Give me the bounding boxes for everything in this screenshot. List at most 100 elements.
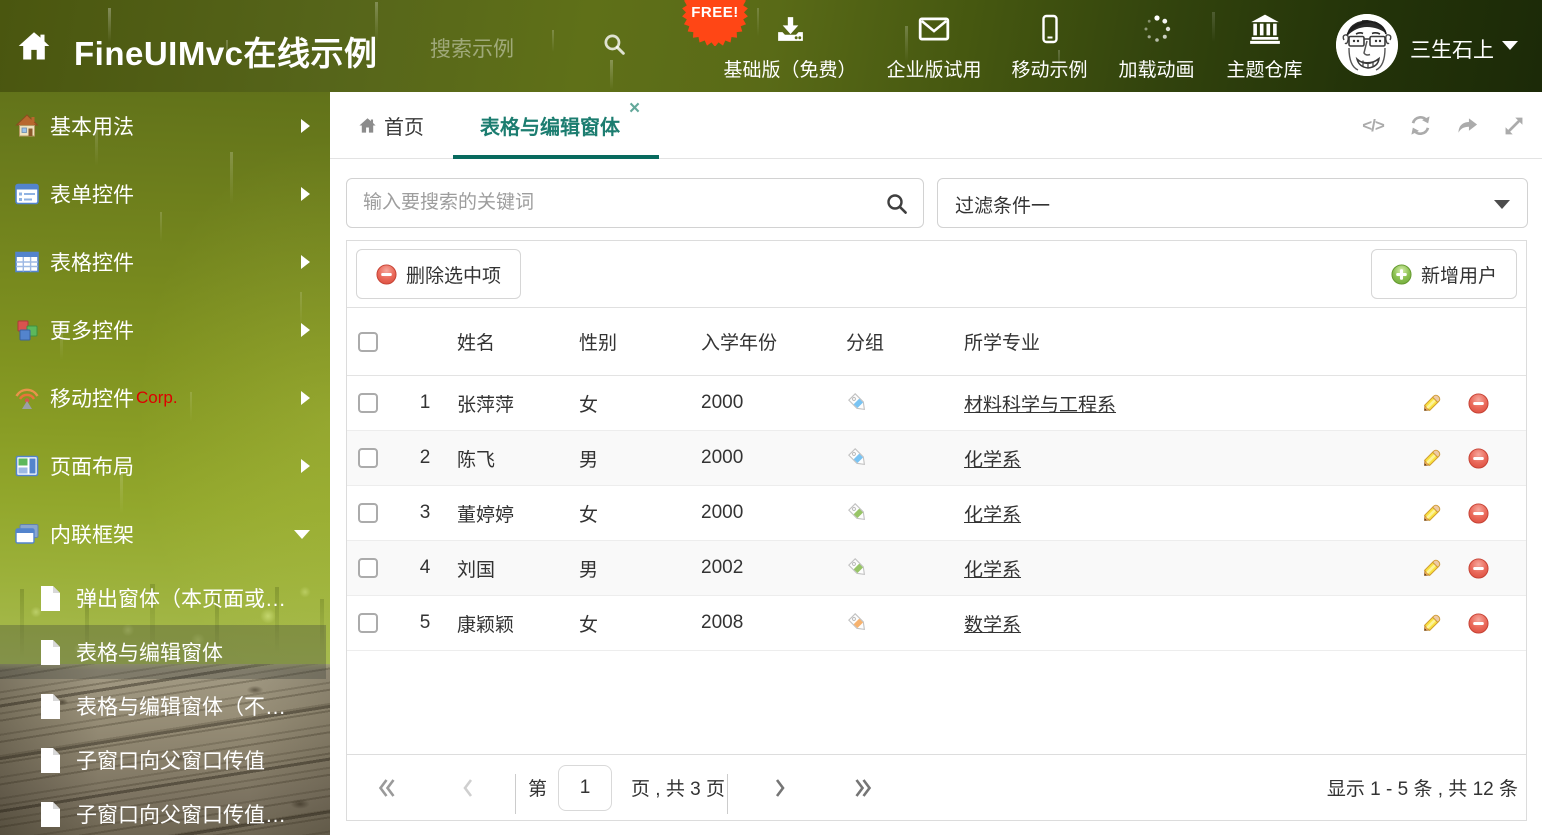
keyword-search-box	[346, 178, 924, 228]
sidebar-item-mobile-controls[interactable]: 移动控件 Corp.	[0, 364, 330, 432]
column-header-gender[interactable]: 性别	[571, 328, 693, 355]
icon-graphic	[15, 455, 39, 477]
grid-panel: 删除选中项 新增用户 姓名 性别 入学年份 分组 所学专业 1 张萍萍 女 20…	[346, 240, 1527, 821]
row-checkbox[interactable]	[358, 393, 378, 413]
cell-checkbox	[347, 331, 401, 352]
edit-pencil-icon[interactable]	[1421, 613, 1442, 634]
nav-enterprise-trial[interactable]: 企业版试用	[886, 10, 982, 82]
nav-basic-edition[interactable]: 基础版（免费）	[722, 10, 858, 82]
cell-name: 康颖颖	[457, 614, 515, 636]
tab-home[interactable]: 首页	[358, 92, 424, 159]
user-avatar[interactable]	[1336, 14, 1398, 76]
sidebar-item-inline-frame[interactable]: 内联框架	[0, 500, 330, 568]
expand-icon[interactable]	[1502, 114, 1526, 138]
cell-year: 2008	[701, 612, 744, 633]
app-home-icon[interactable]	[16, 28, 52, 64]
nav-loading-animation[interactable]: 加载动画	[1118, 10, 1195, 82]
icon-graphic	[15, 251, 39, 273]
column-header-name[interactable]: 姓名	[449, 328, 571, 355]
icon-graphic	[777, 16, 803, 41]
major-link[interactable]: 化学系	[964, 560, 1021, 581]
major-link[interactable]: 数学系	[964, 615, 1021, 636]
nav-mobile-demo[interactable]: 移动示例	[1011, 10, 1088, 82]
keyword-search-input[interactable]	[347, 179, 923, 227]
sidebar-item-page-layout[interactable]: 页面布局	[0, 432, 330, 500]
column-header-major[interactable]: 所学专业	[956, 328, 1396, 355]
icon-graphic	[41, 747, 60, 773]
delete-row-icon[interactable]	[1468, 557, 1489, 579]
edit-pencil-icon[interactable]	[1421, 393, 1442, 414]
share-icon[interactable]	[1455, 114, 1479, 138]
sidebar-subitem-popup-window[interactable]: 弹出窗体（本页面或…	[0, 571, 330, 625]
table-icon	[14, 249, 40, 275]
nav-theme-store[interactable]: 主题仓库	[1226, 10, 1303, 82]
cell-gender: 女	[579, 394, 599, 416]
major-link[interactable]: 化学系	[964, 505, 1021, 526]
refresh-icon[interactable]	[1408, 114, 1432, 138]
sidebar-item-table-controls[interactable]: 表格控件	[0, 228, 330, 296]
edit-pencil-icon[interactable]	[1421, 448, 1442, 469]
username[interactable]: 三生石上	[1410, 34, 1494, 64]
row-checkbox[interactable]	[358, 503, 378, 523]
icon-graphic	[15, 524, 39, 544]
mobile-icon	[1011, 10, 1088, 48]
icon-graphic	[41, 639, 60, 665]
chevron-right-icon	[301, 187, 310, 201]
signal-icon	[14, 385, 40, 411]
frames-icon	[14, 521, 40, 547]
prev-page-button[interactable]	[461, 755, 474, 820]
cell-major: 化学系	[956, 445, 1396, 472]
row-checkbox[interactable]	[358, 448, 378, 468]
major-link[interactable]: 化学系	[964, 450, 1021, 471]
nav-loading-animation-label: 加载动画	[1118, 60, 1195, 81]
cell-group	[841, 556, 956, 580]
next-page-button[interactable]	[774, 755, 787, 820]
tab-grid-edit-window[interactable]: 表格与编辑窗体	[480, 92, 620, 159]
page-label-prefix: 第	[528, 779, 548, 800]
last-page-button[interactable]	[853, 755, 873, 820]
sidebar-subitem-child-to-parent-2[interactable]: 子窗口向父窗口传值…	[0, 787, 330, 835]
sidebar-subitem-grid-edit-window-2[interactable]: 表格与编辑窗体（不…	[0, 679, 330, 733]
sidebar-subitem-child-to-parent[interactable]: 子窗口向父窗口传值	[0, 733, 330, 787]
sidebar-item-form-controls[interactable]: 表单控件	[0, 160, 330, 228]
tab-close-icon[interactable]: ×	[629, 99, 640, 118]
row-checkbox[interactable]	[358, 558, 378, 578]
chevron-right-icon	[301, 255, 310, 269]
tag-icon	[848, 393, 866, 411]
delete-row-icon[interactable]	[1468, 392, 1489, 414]
major-link[interactable]: 材料科学与工程系	[964, 395, 1116, 416]
sidebar-subitem-grid-edit-window[interactable]: 表格与编辑窗体	[0, 625, 330, 679]
sidebar-item-basic-usage[interactable]: 基本用法	[0, 92, 330, 160]
header-search-input[interactable]: 搜索示例	[430, 33, 514, 63]
page-label-suffix: 页 , 共 3 页	[631, 779, 725, 800]
source-code-icon[interactable]: </>	[1361, 114, 1385, 138]
delete-row-icon[interactable]	[1468, 502, 1489, 524]
header-search-icon[interactable]	[602, 32, 627, 57]
cell-name: 刘国	[457, 559, 496, 581]
sidebar-item-more-controls[interactable]: 更多控件	[0, 296, 330, 364]
icon-graphic	[1336, 14, 1398, 76]
filter-dropdown[interactable]: 过滤条件一	[937, 178, 1528, 228]
column-header-group[interactable]: 分组	[841, 328, 956, 355]
cell-gender: 男	[579, 449, 599, 471]
file-icon	[40, 693, 61, 719]
row-checkbox[interactable]	[358, 613, 378, 633]
delete-row-icon[interactable]	[1468, 612, 1489, 634]
column-header-year[interactable]: 入学年份	[693, 328, 841, 355]
row-index: 3	[419, 502, 431, 523]
delete-selected-button[interactable]: 删除选中项	[356, 249, 522, 299]
user-menu-caret-icon[interactable]	[1502, 41, 1518, 50]
file-icon	[40, 639, 61, 665]
search-icon[interactable]	[885, 192, 909, 216]
cell-name: 陈飞	[457, 449, 496, 471]
first-page-button[interactable]	[377, 755, 397, 820]
select-all-checkbox[interactable]	[358, 331, 378, 352]
icon-graphic	[17, 320, 38, 341]
delete-row-icon[interactable]	[1468, 447, 1489, 469]
page-number-input[interactable]	[558, 765, 612, 811]
edit-pencil-icon[interactable]	[1421, 558, 1442, 579]
cell-gender: 女	[579, 614, 599, 636]
add-user-button[interactable]: 新增用户	[1370, 249, 1517, 299]
edit-pencil-icon[interactable]	[1421, 503, 1442, 524]
cell-actions	[1396, 612, 1526, 634]
